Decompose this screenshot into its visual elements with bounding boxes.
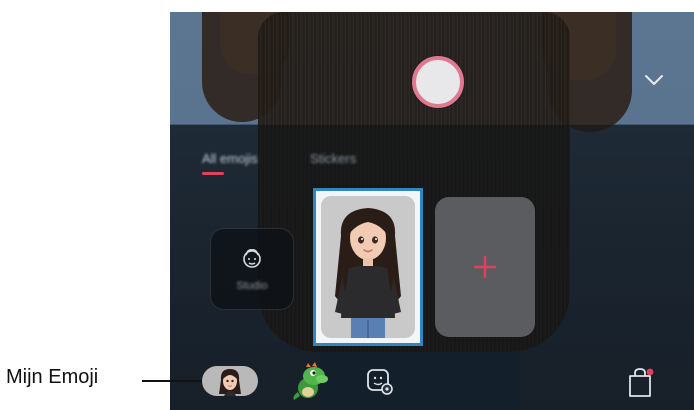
highlight-frame bbox=[313, 188, 423, 346]
active-tab-indicator bbox=[202, 172, 224, 175]
my-emoji-avatar-card[interactable] bbox=[321, 196, 415, 338]
mijn-emoji-callout-label: Mijn Emoji bbox=[6, 366, 99, 388]
chevron-down-icon[interactable] bbox=[640, 68, 668, 92]
callout-leader-line bbox=[142, 380, 202, 382]
camera-viewfinder: All emojis Stickers Studio bbox=[170, 12, 694, 410]
my-emoji-avatar-icon bbox=[219, 369, 241, 396]
tab-all-emojis[interactable]: All emojis bbox=[202, 151, 258, 166]
avatar-illustration bbox=[335, 208, 401, 338]
shopping-bag-icon[interactable] bbox=[626, 366, 654, 398]
studio-label: Studio bbox=[236, 280, 268, 292]
plus-icon bbox=[473, 255, 497, 279]
face-outline-icon bbox=[243, 249, 261, 268]
capture-button[interactable] bbox=[412, 56, 464, 108]
studio-button[interactable]: Studio bbox=[210, 228, 294, 310]
sticker-settings-icon[interactable] bbox=[362, 364, 396, 398]
dinosaur-emoji-tab[interactable] bbox=[286, 362, 334, 400]
bottom-toolbar bbox=[170, 354, 694, 410]
tab-stickers[interactable]: Stickers bbox=[310, 151, 356, 166]
add-emoji-button[interactable] bbox=[435, 197, 535, 337]
my-emoji-tab[interactable] bbox=[202, 366, 258, 396]
